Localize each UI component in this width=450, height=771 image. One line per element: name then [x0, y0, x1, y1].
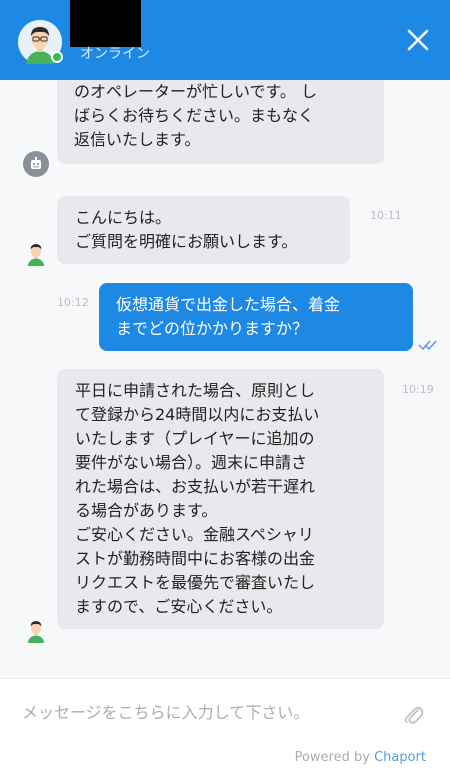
read-receipt-icon [418, 340, 437, 351]
paperclip-icon [404, 706, 424, 724]
user-message: 仮想通貨で出金した場合、着金 までどの位かかりますか？ [99, 283, 413, 351]
close-icon [407, 29, 429, 51]
person-icon [27, 621, 45, 643]
operator-avatar-small [23, 240, 49, 266]
chat-header: オンライン [0, 0, 450, 80]
person-icon [27, 244, 45, 266]
message-input[interactable] [22, 697, 382, 727]
operator-message: 平日に申請された場合、原則とし て登録から24時間以内にお支払い いたします（プ… [57, 369, 384, 629]
powered-by: Powered by Chaport [295, 750, 426, 765]
message-list[interactable]: 申し訳ありませんが、現在すべて のオペレーターが忙しいです。 し ばらくお待ちく… [0, 80, 450, 678]
message-time: 10:11 [370, 209, 402, 222]
message-time: 10:19 [402, 383, 434, 396]
operator-avatar-small [23, 617, 49, 643]
bot-avatar [23, 151, 49, 177]
online-indicator [51, 51, 63, 63]
close-button[interactable] [406, 28, 430, 52]
robot-icon [31, 157, 41, 169]
redacted-name [70, 0, 141, 47]
message-time: 10:12 [57, 296, 89, 309]
status-label: オンライン [80, 46, 150, 62]
operator-message: こんにちは。 ご質問を明確にお願いします。 [57, 196, 350, 264]
bot-message: 申し訳ありませんが、現在すべて のオペレーターが忙しいです。 し ばらくお待ちく… [57, 80, 384, 164]
attach-button[interactable] [402, 701, 424, 725]
powered-by-label: Powered by [294, 750, 370, 765]
composer: Powered by Chaport [0, 678, 450, 771]
operator-avatar [18, 20, 63, 64]
brand-link[interactable]: Chaport [374, 750, 426, 765]
